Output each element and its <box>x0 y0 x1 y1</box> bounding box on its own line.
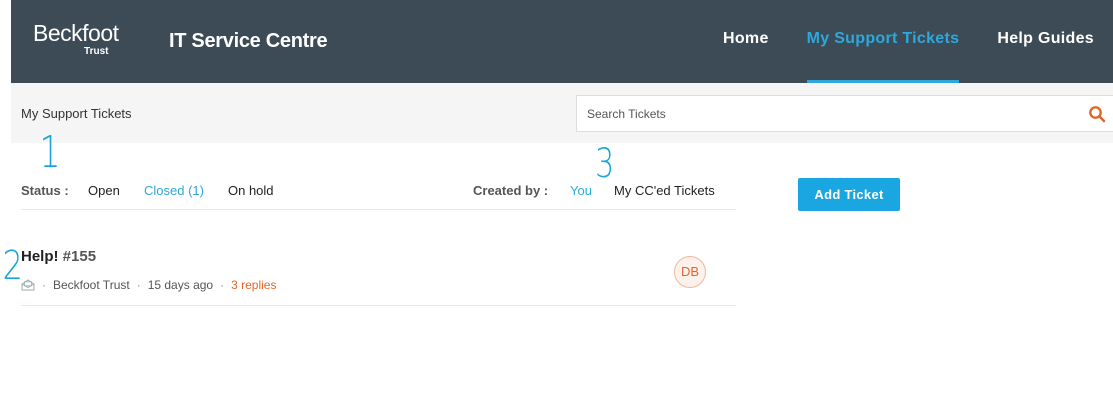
nav-home[interactable]: Home <box>704 0 788 83</box>
search-box <box>576 95 1113 132</box>
meta-separator: · <box>136 278 141 292</box>
ticket-age: 15 days ago <box>147 278 214 292</box>
ticket-filters: Status : Open Closed (1) On hold Created… <box>21 180 736 210</box>
nav-help-guides[interactable]: Help Guides <box>978 0 1113 83</box>
meta-separator: · <box>220 278 225 292</box>
breadcrumb: My Support Tickets <box>21 106 132 121</box>
beckfoot-trust-logo[interactable]: Beckfoot Trust <box>33 20 119 58</box>
annotation-number-1: 1 <box>39 127 61 178</box>
meta-separator: · <box>42 278 46 292</box>
status-filter-open[interactable]: Open <box>88 183 120 198</box>
main-nav: Home My Support Tickets Help Guides <box>704 0 1113 83</box>
ticket-id: #155 <box>62 248 97 265</box>
logo-subtext: Trust <box>84 46 109 57</box>
add-ticket-button[interactable]: Add Ticket <box>798 178 900 211</box>
ticket-title[interactable]: Help! #155 <box>21 248 96 265</box>
search-icon[interactable] <box>1088 105 1106 123</box>
status-filter-on-hold[interactable]: On hold <box>228 183 274 198</box>
ticket-organisation: Beckfoot Trust <box>53 278 130 292</box>
sub-header-bar: My Support Tickets <box>11 83 1113 143</box>
ticket-title-text: Help! <box>21 248 59 265</box>
created-by-filter-cced[interactable]: My CC'ed Tickets <box>614 183 715 198</box>
assignee-avatar: DB <box>674 256 706 288</box>
top-navigation-bar: Beckfoot Trust IT Service Centre Home My… <box>11 0 1113 83</box>
status-filter-closed[interactable]: Closed (1) <box>144 183 204 198</box>
annotation-number-2: 2 <box>2 243 23 289</box>
logo-wordmark: Beckfoot <box>33 20 119 46</box>
email-icon <box>21 279 35 291</box>
search-input[interactable] <box>577 96 1077 131</box>
status-filter-label: Status : <box>21 183 69 198</box>
created-by-filter-label: Created by : <box>473 183 549 198</box>
ticket-meta: · Beckfoot Trust · 15 days ago · 3 repli… <box>21 278 276 292</box>
created-by-filter-you[interactable]: You <box>570 183 592 198</box>
nav-my-support-tickets[interactable]: My Support Tickets <box>788 0 979 83</box>
ticket-list-item[interactable]: Help! #155 · Beckfoot Trust · 15 days ag… <box>21 240 736 306</box>
site-title[interactable]: IT Service Centre <box>169 30 328 53</box>
ticket-replies-link[interactable]: 3 replies <box>231 278 276 292</box>
